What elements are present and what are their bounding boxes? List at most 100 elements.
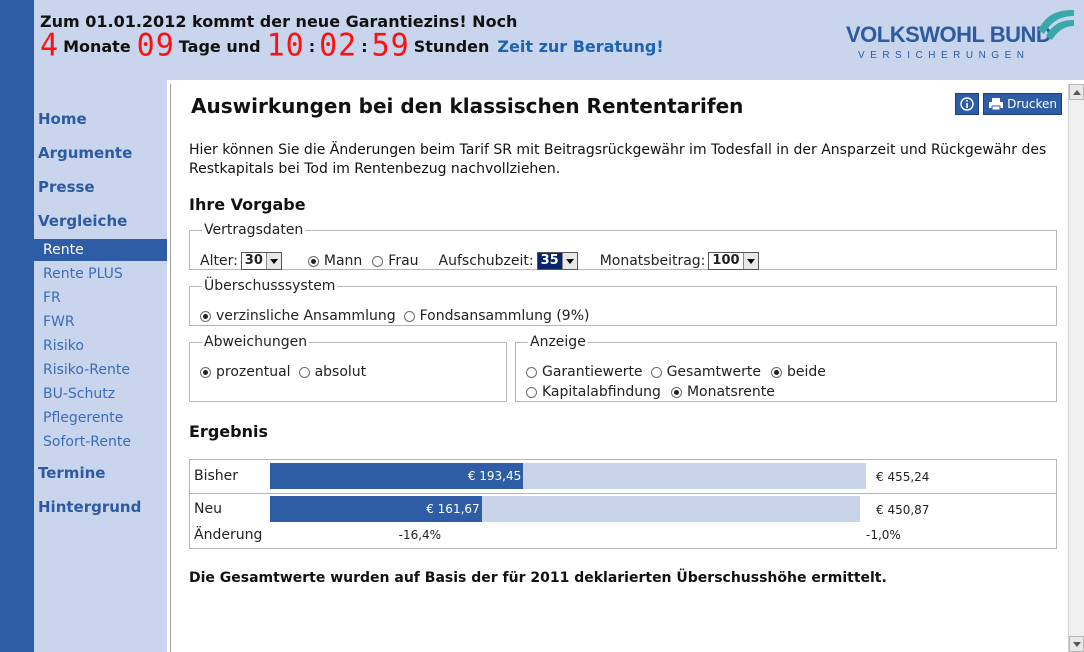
info-button[interactable] <box>955 93 980 115</box>
print-button[interactable]: Drucken <box>983 93 1062 115</box>
print-label: Drucken <box>1007 97 1057 111</box>
nav-sub-rente[interactable]: Rente <box>34 239 167 261</box>
alter-value: 30 <box>244 253 263 268</box>
abweichung-absolut-radio[interactable] <box>298 366 310 378</box>
abweichung-prozentual-radio[interactable] <box>200 366 211 378</box>
ueberschuss-group: Überschusssystem verzinsliche Ansammlung… <box>189 278 1057 326</box>
anzeige-garantiewerte-label: Garantiewerte <box>542 364 643 380</box>
countdown-separator: : <box>308 36 316 56</box>
change-guarantee: -16,4% <box>398 528 442 542</box>
abweichung-prozentual-label: prozentual <box>216 364 291 380</box>
gender-frau-radio[interactable] <box>372 255 384 267</box>
nav-termine[interactable]: Termine <box>38 464 105 482</box>
ueberschuss-fonds-label: Fondsansammlung (9%) <box>419 308 590 324</box>
nav-sub-rente-plus[interactable]: Rente PLUS <box>34 263 167 285</box>
anzeige-kapitalabfindung-radio[interactable] <box>526 386 537 398</box>
alter-select[interactable]: 30 <box>240 252 282 270</box>
nav-sub-risiko[interactable]: Risiko <box>34 335 167 357</box>
ueberschuss-ansammlung-label: verzinsliche Ansammlung <box>216 308 396 324</box>
beitrag-label: Monatsbeitrag: <box>599 253 706 269</box>
logo-subline: VERSICHERUNGEN <box>858 50 1030 61</box>
beitrag-select[interactable]: 100 <box>708 252 759 270</box>
chevron-down-icon <box>561 253 577 269</box>
nav-home[interactable]: Home <box>38 110 87 128</box>
nav-vergleiche[interactable]: Vergleiche <box>38 212 127 230</box>
ueberschuss-ansammlung-radio[interactable] <box>200 310 211 322</box>
scroll-up-icon[interactable] <box>1069 84 1084 100</box>
result-label-neu: Neu <box>194 501 222 517</box>
aufschub-value: 35 <box>537 253 562 269</box>
countdown-hours: 10 <box>266 27 305 64</box>
anzeige-gesamtwerte-radio[interactable] <box>650 366 662 378</box>
nav-sub-risiko-rente[interactable]: Risiko-Rente <box>34 359 167 381</box>
logo-wave-icon <box>1038 10 1074 40</box>
nav-sub-bu-schutz[interactable]: BU-Schutz <box>34 383 167 405</box>
countdown-days: 09 <box>136 27 175 64</box>
nav-sub-sofort-rente[interactable]: Sofort-Rente <box>34 431 167 453</box>
anzeige-beide-radio[interactable] <box>770 366 782 378</box>
result-label-aenderung: Änderung <box>194 527 263 543</box>
consultation-link[interactable]: Zeit zur Beratung! <box>497 37 663 56</box>
vertragsdaten-row: Alter: 30 Mann Frau Aufschubzeit: 35 Mon… <box>200 252 759 270</box>
header-banner: Zum 01.01.2012 kommt der neue Garantiezi… <box>34 0 1084 80</box>
anzeige-garantiewerte-radio[interactable] <box>526 366 537 378</box>
company-logo[interactable]: VOLKSWOHL BUND VERSICHERUNGEN <box>846 8 1076 64</box>
countdown-months-label: Monate <box>63 36 131 56</box>
nav-argumente[interactable]: Argumente <box>38 144 132 162</box>
printer-icon <box>989 98 1004 111</box>
result-label-bisher: Bisher <box>194 468 239 484</box>
logo-wordmark: VOLKSWOHL BUND <box>846 22 1052 47</box>
result-table: Bisher € 193,45 € 455,24 Neu € 161,67 € … <box>189 459 1057 549</box>
total-value-bisher: € 455,24 <box>876 470 930 484</box>
change-total: -1,0% <box>866 528 901 542</box>
content-scrollbar[interactable] <box>1068 84 1084 652</box>
footnote-text: Die Gesamtwerte wurden auf Basis der für… <box>189 570 887 586</box>
scroll-down-icon[interactable] <box>1069 636 1084 652</box>
alter-label: Alter: <box>200 253 238 269</box>
anzeige-monatsrente-label: Monatsrente <box>686 384 775 400</box>
anzeige-legend: Anzeige <box>530 334 586 350</box>
content-panel: Auswirkungen bei den klassischen Rentent… <box>170 84 1068 652</box>
nav-hintergrund[interactable]: Hintergrund <box>38 498 141 516</box>
left-accent-bar <box>0 0 34 652</box>
anzeige-kapitalabfindung-label: Kapitalabfindung <box>542 384 661 400</box>
anzeige-row-1: Garantiewerte Gesamtwerte beide <box>526 364 826 380</box>
abweichungen-group: Abweichungen prozentual absolut <box>189 334 507 402</box>
page-title: Auswirkungen bei den klassischen Rentent… <box>191 94 744 118</box>
anzeige-monatsrente-radio[interactable] <box>670 386 682 398</box>
countdown-separator: : <box>361 36 368 56</box>
chevron-down-icon <box>265 253 281 269</box>
anzeige-row-2: Kapitalabfindung Monatsrente <box>526 384 775 400</box>
gender-mann-radio[interactable] <box>307 255 319 267</box>
countdown-hours-label: Stunden <box>413 36 490 56</box>
vorgabe-heading: Ihre Vorgabe <box>189 195 306 214</box>
nav-sub-fr[interactable]: FR <box>34 287 167 309</box>
ueberschuss-row: verzinsliche Ansammlung Fondsansammlung … <box>200 308 589 324</box>
info-icon <box>960 97 974 111</box>
countdown-seconds: 59 <box>371 27 410 64</box>
gender-frau-label: Frau <box>388 253 419 269</box>
countdown-days-label: Tage und <box>178 36 261 56</box>
bar-value-neu: € 161,67 <box>426 502 480 516</box>
vertragsdaten-group: Vertragsdaten Alter: 30 Mann Frau Aufsch… <box>189 222 1057 270</box>
abweichungen-row: prozentual absolut <box>200 364 366 380</box>
nav-sub-fwr[interactable]: FWR <box>34 311 167 333</box>
anzeige-beide-label: beide <box>786 364 826 380</box>
countdown-months: 4 <box>40 27 60 64</box>
chevron-down-icon <box>742 253 758 269</box>
ueberschuss-legend: Überschusssystem <box>204 278 336 294</box>
aufschub-label: Aufschubzeit: <box>438 253 534 269</box>
beitrag-value: 100 <box>712 253 740 268</box>
intro-text: Hier können Sie die Änderungen beim Tari… <box>189 142 1047 177</box>
nav-presse[interactable]: Presse <box>38 178 95 196</box>
nav-sub-pflegerente[interactable]: Pflegerente <box>34 407 167 429</box>
countdown-row: 4 Monate 09 Tage und 10 : 02 : 59 Stunde… <box>40 27 664 64</box>
vertragsdaten-legend: Vertragsdaten <box>204 222 304 238</box>
abweichung-absolut-label: absolut <box>314 364 367 380</box>
total-value-neu: € 450,87 <box>876 503 930 517</box>
aufschub-select[interactable]: 35 <box>536 252 578 270</box>
result-divider <box>190 493 1056 494</box>
abweichungen-legend: Abweichungen <box>204 334 308 350</box>
ueberschuss-fonds-radio[interactable] <box>403 310 415 322</box>
gender-mann-label: Mann <box>323 253 363 269</box>
